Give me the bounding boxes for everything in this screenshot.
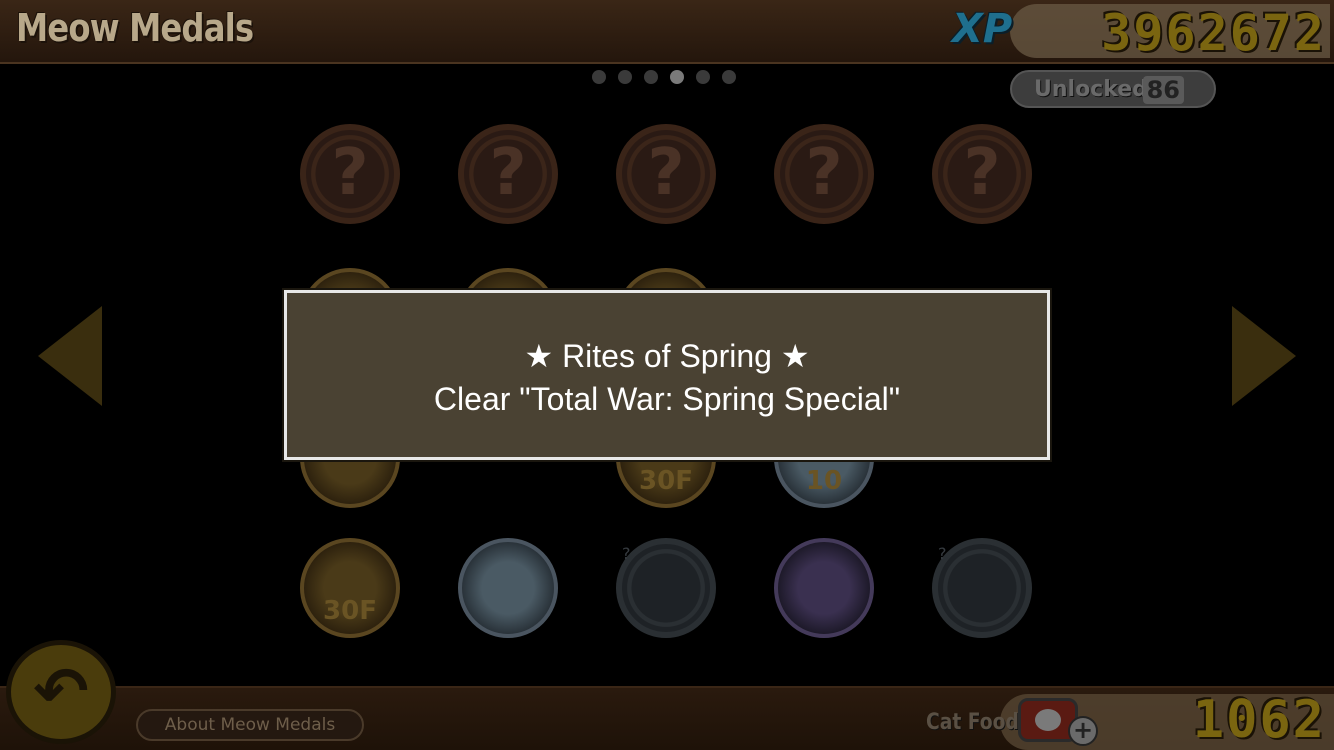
top-bar: Meow Medals XP 3962672 — [0, 0, 1334, 64]
question-mark-icon: ? — [331, 136, 369, 210]
cat-food-label: Cat Food — [926, 710, 1019, 735]
medal[interactable] — [774, 538, 874, 638]
xp-value: 3962672 — [1101, 4, 1326, 62]
page-indicator — [592, 70, 736, 84]
question-mark-icon: ? — [622, 544, 631, 563]
page-title: Meow Medals — [16, 6, 254, 50]
add-cat-food-icon[interactable]: + — [1068, 716, 1098, 746]
about-meow-medals-button[interactable]: About Meow Medals — [136, 709, 364, 741]
medal-label: 10 — [805, 466, 843, 496]
medal-description: Clear "Total War: Spring Special" — [433, 381, 901, 417]
page-dot-active[interactable] — [670, 70, 684, 84]
previous-page-arrow-icon[interactable] — [38, 306, 102, 406]
medal-label: 30F — [323, 596, 377, 626]
locked-medal[interactable]: ? — [616, 124, 716, 224]
medal-detail-dialog[interactable]: ★ Rites of Spring ★ Clear "Total War: Sp… — [282, 288, 1052, 462]
locked-medal[interactable]: ? — [616, 538, 716, 638]
unlocked-count: 86 — [1142, 76, 1184, 104]
next-page-arrow-icon[interactable] — [1232, 306, 1296, 406]
medal-name: ★ Rites of Spring ★ — [524, 338, 810, 374]
locked-medal[interactable]: ? — [774, 124, 874, 224]
back-arrow-icon: ↶ — [33, 653, 89, 730]
question-mark-icon: ? — [805, 136, 843, 210]
question-mark-icon: ? — [963, 136, 1001, 210]
locked-medal[interactable]: ? — [458, 124, 558, 224]
medal-label: 30F — [639, 466, 693, 496]
unlocked-label: Unlocked — [1034, 77, 1148, 102]
page-dot[interactable] — [696, 70, 710, 84]
locked-medal[interactable]: ? — [932, 124, 1032, 224]
question-mark-icon: ? — [647, 136, 685, 210]
page-dot[interactable] — [644, 70, 658, 84]
xp-label: XP — [952, 6, 1013, 52]
locked-medal[interactable]: ? — [300, 124, 400, 224]
question-mark-icon: ? — [938, 544, 947, 563]
page-dot[interactable] — [722, 70, 736, 84]
medal[interactable] — [458, 538, 558, 638]
about-meow-medals-label: About Meow Medals — [164, 715, 336, 735]
page-dot[interactable] — [592, 70, 606, 84]
cat-food-value: 1062 — [1192, 690, 1326, 750]
page-dot[interactable] — [618, 70, 632, 84]
unlocked-counter: Unlocked 86 — [1010, 70, 1216, 108]
medal[interactable]: 30F — [300, 538, 400, 638]
question-mark-icon: ? — [489, 136, 527, 210]
back-button[interactable]: ↶ — [6, 640, 116, 744]
locked-medal[interactable]: ? — [932, 538, 1032, 638]
